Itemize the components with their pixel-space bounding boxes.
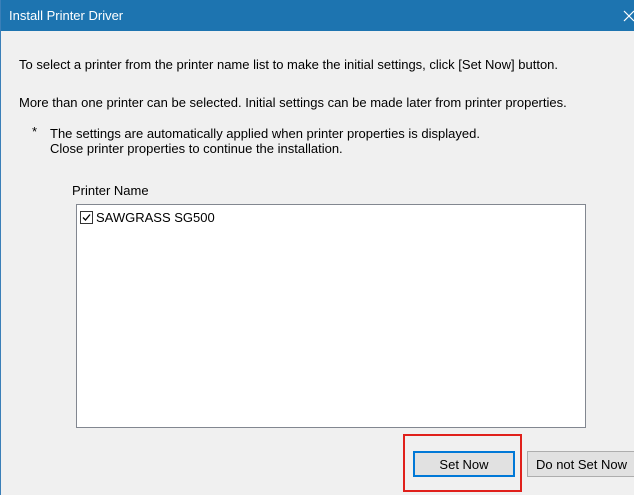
install-printer-driver-dialog: Install Printer Driver To select a print… — [0, 0, 634, 495]
printer-name: SAWGRASS SG500 — [96, 209, 215, 225]
close-icon — [623, 10, 634, 22]
checkmark-icon — [82, 213, 91, 221]
window-title: Install Printer Driver — [9, 8, 124, 23]
note-marker: * — [32, 124, 38, 139]
title-bar[interactable]: Install Printer Driver — [1, 0, 634, 31]
instruction-line-2: More than one printer can be selected. I… — [19, 95, 567, 110]
printer-checkbox[interactable] — [80, 210, 93, 224]
note-line-2: Close printer properties to continue the… — [50, 141, 343, 156]
instruction-line-1: To select a printer from the printer nam… — [19, 57, 559, 72]
note-line-1: The settings are automatically applied w… — [50, 126, 480, 141]
printer-name-list[interactable]: SAWGRASS SG500 — [76, 204, 586, 428]
do-not-set-now-button[interactable]: Do not Set Now — [527, 451, 634, 477]
list-item[interactable]: SAWGRASS SG500 — [80, 208, 215, 226]
close-button[interactable] — [619, 0, 634, 31]
set-now-button[interactable]: Set Now — [413, 451, 515, 477]
printer-name-label: Printer Name — [72, 183, 149, 198]
